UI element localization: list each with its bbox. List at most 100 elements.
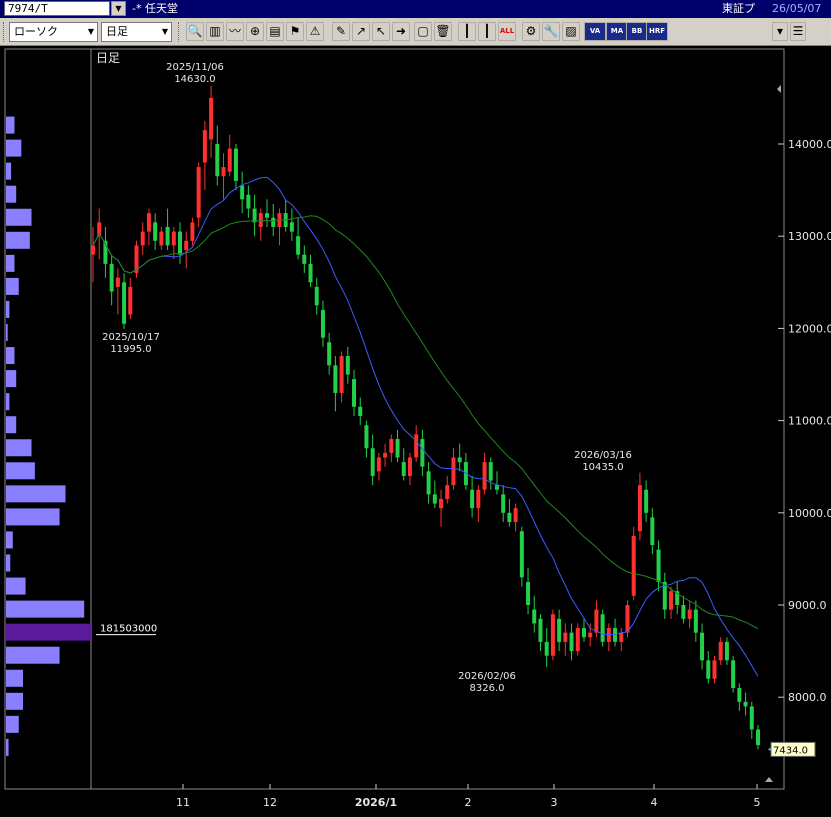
candle-body: [731, 660, 736, 688]
candle-body: [333, 365, 338, 393]
bb-icon[interactable]: BB: [626, 22, 648, 41]
candle: [258, 208, 263, 241]
candle: [128, 277, 133, 320]
pencil-icon[interactable]: ✎: [332, 22, 350, 41]
candle-body: [184, 240, 189, 251]
symbol-input[interactable]: 7974/T: [4, 1, 110, 16]
copy-icon[interactable]: ▢: [414, 22, 432, 41]
candle: [401, 448, 406, 481]
color-icon[interactable]: ▨: [562, 22, 580, 41]
line-chart-icon[interactable]: 〰: [226, 22, 244, 41]
candle: [662, 572, 667, 619]
candle-body: [526, 581, 531, 605]
zoom-icon[interactable]: ⊕: [246, 22, 264, 41]
scroll-down-icon[interactable]: ▾: [772, 22, 788, 41]
candle-body: [258, 213, 263, 227]
split-view-icon[interactable]: ▥: [206, 22, 224, 41]
candle-body: [376, 457, 381, 472]
settings-icon[interactable]: ⚙: [522, 22, 540, 41]
menu-icon[interactable]: ☰: [790, 22, 806, 41]
candle-body: [320, 309, 325, 338]
hrf-icon[interactable]: HRF: [646, 22, 668, 41]
candle: [308, 254, 313, 287]
y-tick-label: 13000.0: [788, 230, 831, 243]
candle-body: [681, 605, 686, 619]
candle-body: [644, 489, 649, 513]
toolbar: ローソク▼ 日足▼ 🔍▥〰⊕▤⚑⚠✎↗↖➜▢🗑┃┃ALL⚙🔧▨VA RPMABB…: [0, 18, 831, 46]
candle-icon[interactable]: ┃: [458, 22, 476, 41]
candle-body: [401, 462, 406, 476]
annotation-value: 10435.0: [582, 462, 623, 473]
trendline-icon[interactable]: ↗: [352, 22, 370, 41]
candle: [184, 231, 189, 269]
chart-type-select[interactable]: ローソク ▼: [9, 22, 98, 42]
candle-body: [501, 494, 506, 513]
candle-body: [488, 462, 493, 481]
volume-profile-bar: [6, 646, 60, 664]
candle: [339, 351, 344, 403]
volume-profile-bar: [6, 231, 30, 249]
candle-body: [202, 130, 207, 163]
candle-body: [581, 628, 586, 638]
annotation-value: 8326.0: [470, 683, 505, 694]
symbol-dropdown-button[interactable]: ▼: [111, 1, 126, 16]
candle: [550, 609, 555, 661]
candle-body: [432, 494, 437, 504]
title-bar: 7974/T ▼ -* 任天堂 東証プ 26/05/07: [0, 0, 831, 18]
candle: [240, 171, 245, 214]
candle: [376, 452, 381, 481]
annotation-date: 2026/03/16: [574, 450, 632, 461]
candle-body: [246, 194, 251, 209]
x-tick-label: 4: [651, 796, 658, 809]
volume-profile-bar: [6, 692, 23, 710]
candle-body: [470, 489, 475, 509]
alert-flag-icon[interactable]: ⚑: [286, 22, 304, 41]
candlestick-chart[interactable]: 14000.0 13000.0 12000.0 11000.0 10000.0 9000.…: [0, 46, 831, 817]
bar-toggle-icon[interactable]: ▤: [266, 22, 284, 41]
candle: [644, 480, 649, 523]
candle-body: [513, 508, 518, 523]
toolbar-grip[interactable]: [178, 22, 182, 42]
cursor-icon[interactable]: ↖: [372, 22, 390, 41]
toolbar-grip[interactable]: [3, 22, 7, 42]
y-tick-label: 11000.0: [788, 415, 831, 428]
candle: [265, 199, 270, 227]
all-label-icon[interactable]: ALL: [498, 22, 516, 41]
y-tick-label: 14000.0: [788, 138, 831, 151]
candle: [569, 623, 574, 661]
candle-body: [544, 641, 549, 656]
search-icon[interactable]: 🔍: [186, 22, 204, 41]
ma-icon[interactable]: MA: [606, 22, 628, 41]
arrow-icon[interactable]: ➜: [392, 22, 410, 41]
candle: [91, 226, 95, 283]
wrench-icon[interactable]: 🔧: [542, 22, 560, 41]
candle: [221, 153, 226, 200]
date-label: 26/05/07: [772, 2, 822, 15]
volume-profile-bar: [6, 577, 26, 595]
candle-outline-icon[interactable]: ┃: [478, 22, 496, 41]
delete-icon[interactable]: 🗑: [434, 22, 452, 41]
candle-body: [296, 236, 301, 255]
candle: [383, 443, 388, 467]
candle-body: [370, 448, 375, 476]
candle: [289, 208, 294, 241]
candle-body: [339, 356, 344, 393]
candle: [283, 199, 288, 232]
period-select[interactable]: 日足 ▼: [101, 22, 172, 42]
candle-body: [407, 457, 412, 476]
volume-profile-icon[interactable]: VA RP: [584, 22, 606, 41]
candle-body: [389, 439, 394, 453]
candle: [432, 480, 437, 509]
candle: [320, 300, 325, 347]
volume-profile-bar: [6, 554, 11, 572]
volume-profile-bar: [6, 715, 19, 733]
candle-body: [345, 356, 350, 375]
candle-body: [420, 439, 425, 467]
candle: [109, 254, 114, 306]
warning-icon[interactable]: ⚠: [306, 22, 324, 41]
annotation-date: 2026/02/06: [458, 671, 516, 682]
candle-body: [687, 609, 692, 619]
volume-profile-bar: [6, 508, 60, 526]
candle-body: [221, 167, 226, 177]
chart-area[interactable]: 14000.0 13000.0 12000.0 11000.0 10000.0 9000.…: [0, 46, 831, 817]
